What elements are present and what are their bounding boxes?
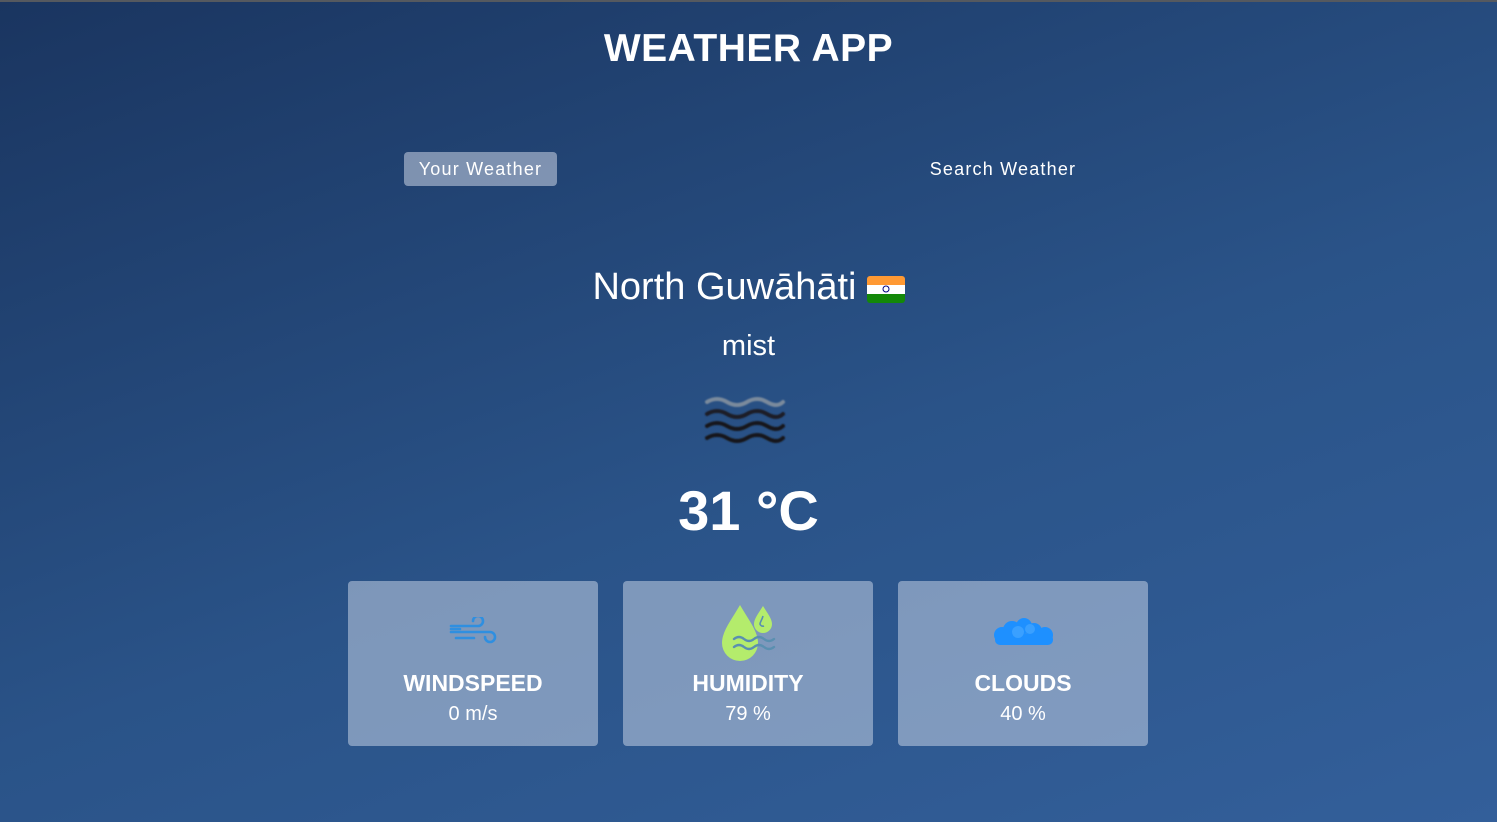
humidity-label: HUMIDITY [692,670,804,696]
mist-icon [705,397,785,443]
window-top-border [0,0,1497,2]
weather-description: mist [721,330,776,362]
india-flag-icon [866,275,905,303]
clouds-label: CLOUDS [974,670,1072,696]
city-name: North Guwāhāti [592,266,857,308]
temperature-value: 31 °C [678,479,819,542]
wind-icon [449,617,497,644]
humidity-icon [722,605,776,661]
windspeed-label: WINDSPEED [403,670,543,696]
tab-your-weather[interactable]: Your Weather [404,152,557,186]
windspeed-value: 0 m/s [448,703,498,725]
clouds-icon [994,618,1053,645]
windspeed-card: WINDSPEED 0 m/s [348,581,598,746]
app-title: WEATHER APP [603,27,894,70]
tab-search-weather[interactable]: Search Weather [913,152,1093,186]
location-row: North Guwāhāti [0,266,1497,309]
clouds-card: CLOUDS 40 % [898,581,1148,746]
humidity-card: HUMIDITY 79 % [623,581,873,746]
humidity-value: 79 % [725,703,771,725]
clouds-value: 40 % [1000,703,1046,725]
